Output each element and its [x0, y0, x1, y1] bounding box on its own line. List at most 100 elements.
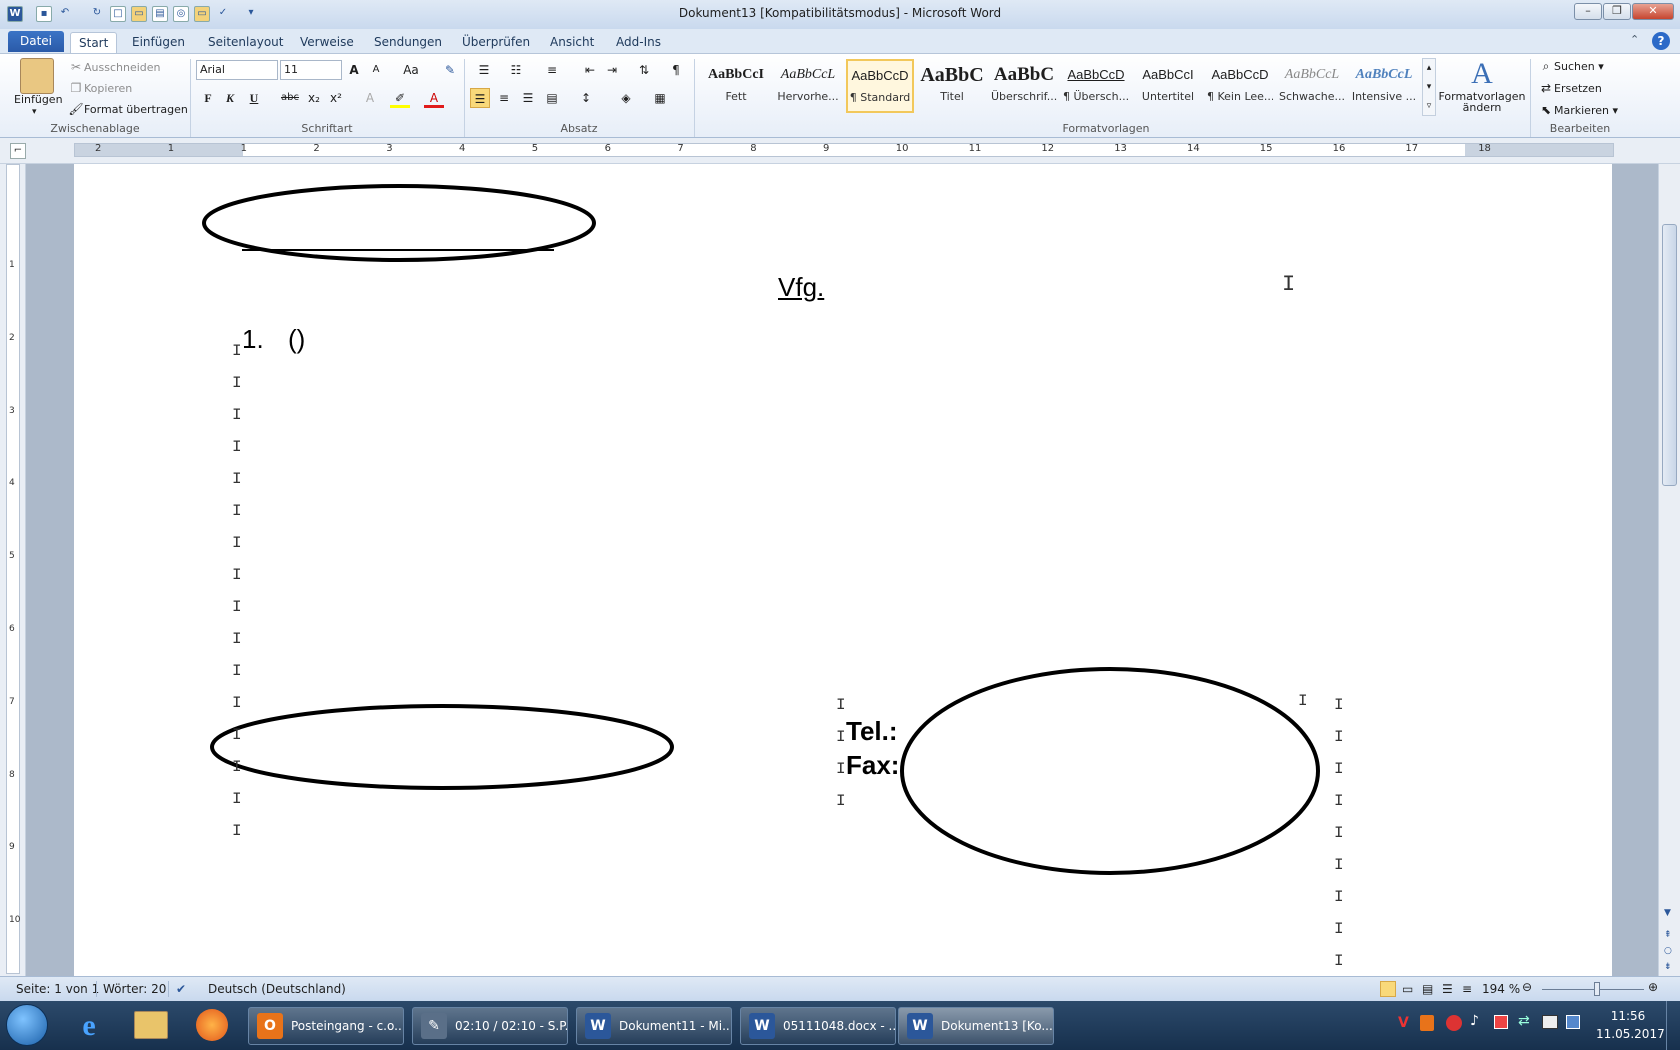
web-layout-icon[interactable]: ▤ — [1422, 982, 1433, 996]
horizontal-ruler[interactable]: ⌐ 2 1 1 2 3 4 5 6 7 8 9 10 11 12 13 14 15 16 17 18 — [0, 138, 1680, 164]
align-left-icon[interactable]: ☰ — [470, 88, 490, 108]
style-intensive-hervorhebung[interactable]: AaBbCcL Intensive ... — [1350, 59, 1418, 113]
style-ueberschrift-1[interactable]: AaBbC Überschrif... — [990, 59, 1058, 113]
subscript-button[interactable]: x₂ — [304, 88, 324, 108]
vertical-ruler[interactable]: 1 2 3 4 5 6 7 8 9 10 — [0, 164, 26, 976]
tray-antivirus-icon[interactable]: V — [1398, 1015, 1410, 1033]
font-color-icon[interactable]: A — [424, 88, 444, 108]
grow-font-button[interactable]: A — [344, 60, 364, 80]
tray-record-icon[interactable] — [1446, 1015, 1462, 1031]
bullets-icon[interactable]: ☰ — [474, 60, 494, 80]
tray-flag-icon[interactable] — [1494, 1015, 1508, 1029]
font-size-combo[interactable]: 11 — [280, 60, 342, 80]
taskbar-word-05111048[interactable]: W 05111048.docx - ... — [740, 1007, 896, 1045]
show-formatting-button[interactable]: ¶ — [666, 60, 686, 80]
select-button[interactable]: ⬉ Markieren ▾ — [1538, 102, 1618, 118]
close-button[interactable]: ✕ — [1632, 3, 1674, 20]
copy-button[interactable]: ❐ Kopieren — [68, 80, 133, 96]
style-kein-leerraum[interactable]: AaBbCcD ¶ Kein Lee... — [1206, 59, 1274, 113]
shading-icon[interactable]: ◈ — [616, 88, 636, 108]
change-styles-button[interactable]: A Formatvorlagen ändern — [1435, 58, 1529, 114]
style-untertitel[interactable]: AaBbCcI Untertitel — [1134, 59, 1202, 113]
collapse-ribbon-icon[interactable]: ⌃ — [1630, 33, 1639, 46]
internet-explorer-icon[interactable]: e — [72, 1009, 106, 1043]
tab-insert[interactable]: Einfügen — [124, 32, 193, 53]
firefox-icon[interactable] — [196, 1009, 228, 1041]
bold-button[interactable]: F — [198, 88, 218, 108]
paste-dropdown-icon[interactable]: ▾ — [32, 107, 37, 117]
decrease-indent-icon[interactable]: ⇤ — [580, 60, 600, 80]
print-layout-view-icon[interactable] — [1380, 981, 1396, 997]
justify-icon[interactable]: ▤ — [542, 88, 562, 108]
increase-indent-icon[interactable]: ⇥ — [602, 60, 622, 80]
page-count[interactable]: Seite: 1 von 1 — [16, 982, 99, 996]
style-standard[interactable]: AaBbCcD ¶ Standard — [846, 59, 914, 113]
tab-start[interactable]: Start — [70, 32, 118, 53]
taskbar-outlook[interactable]: O Posteingang - c.o... — [248, 1007, 404, 1045]
taskbar-media-player[interactable]: ✎ 02:10 / 02:10 - S.P... — [412, 1007, 568, 1045]
borders-icon[interactable]: ▦ — [650, 88, 670, 108]
paste-icon[interactable] — [20, 58, 54, 94]
next-page-icon[interactable]: ⇟ — [1664, 962, 1672, 972]
tray-sync-icon[interactable]: ⇄ — [1518, 1013, 1530, 1029]
list-text[interactable]: () — [288, 324, 305, 355]
zoom-slider-thumb[interactable] — [1594, 982, 1600, 996]
change-case-button[interactable]: Aa — [398, 60, 424, 80]
explorer-folder-icon[interactable] — [134, 1011, 168, 1039]
underline-button[interactable]: U — [244, 88, 264, 108]
scroll-down-arrow-icon[interactable]: ▼ — [1664, 908, 1671, 918]
line-spacing-icon[interactable]: ↕ — [576, 88, 596, 108]
tab-references[interactable]: Verweise — [292, 32, 362, 53]
tab-addins[interactable]: Add-Ins — [608, 32, 669, 53]
text-effects-icon[interactable]: A — [360, 88, 380, 108]
shrink-font-button[interactable]: A — [366, 60, 386, 80]
network-icon[interactable] — [1542, 1015, 1558, 1029]
show-desktop-button[interactable] — [1666, 1001, 1680, 1050]
zoom-slider[interactable] — [1542, 989, 1644, 990]
clear-formatting-icon[interactable]: ✎ — [440, 60, 460, 80]
browse-object-icon[interactable]: ○ — [1664, 946, 1672, 956]
tel-label[interactable]: Tel.: — [846, 716, 898, 747]
align-center-icon[interactable]: ≡ — [494, 88, 514, 108]
style-schwache-hervorhebung[interactable]: AaBbCcL Schwache... — [1278, 59, 1346, 113]
zoom-out-icon[interactable]: ⊖ — [1522, 980, 1532, 994]
tab-view[interactable]: Ansicht — [542, 32, 602, 53]
style-fett[interactable]: AaBbCcI Fett — [702, 59, 770, 113]
replace-button[interactable]: ⇄ Ersetzen — [1538, 80, 1602, 96]
fax-label[interactable]: Fax: — [846, 750, 899, 781]
style-ueberschrift-2[interactable]: AaBbCcD ¶ Übersch... — [1062, 59, 1130, 113]
draft-view-icon[interactable]: ≡ — [1462, 982, 1472, 996]
style-hervorhebung[interactable]: AaBbCcL Hervorhe... — [774, 59, 842, 113]
zoom-in-icon[interactable]: ⊕ — [1648, 980, 1658, 994]
tray-outlook-icon[interactable] — [1420, 1015, 1434, 1031]
italic-button[interactable]: K — [220, 88, 240, 108]
outline-view-icon[interactable]: ☰ — [1442, 982, 1453, 996]
align-right-icon[interactable]: ☰ — [518, 88, 538, 108]
tab-page-layout[interactable]: Seitenlayout — [200, 32, 291, 53]
zoom-level[interactable]: 194 % — [1482, 982, 1520, 996]
find-button[interactable]: ⌕ Suchen ▾ — [1538, 58, 1604, 74]
numbering-icon[interactable]: ☷ — [506, 60, 526, 80]
start-button[interactable] — [6, 1004, 48, 1046]
word-count[interactable]: Wörter: 20 — [103, 982, 166, 996]
document-page[interactable]: Vfg. 1. () Tel.: Fax: IIIIIIIIIIIIIIII I… — [74, 164, 1612, 976]
tab-mailings[interactable]: Sendungen — [366, 32, 450, 53]
multilevel-list-icon[interactable]: ≡ — [542, 60, 562, 80]
superscript-button[interactable]: x² — [326, 88, 346, 108]
style-titel[interactable]: AaBbC Titel — [918, 59, 986, 113]
previous-page-icon[interactable]: ⇞ — [1664, 930, 1672, 940]
styles-gallery-scroll[interactable]: ▴ ▾ ▿ — [1422, 58, 1436, 116]
cut-button[interactable]: ✂ Ausschneiden — [68, 59, 161, 75]
font-name-combo[interactable]: Arial — [196, 60, 278, 80]
scrollbar-thumb[interactable] — [1662, 224, 1677, 486]
document-area[interactable]: Vfg. 1. () Tel.: Fax: IIIIIIIIIIIIIIII I… — [26, 164, 1658, 976]
full-screen-reading-icon[interactable]: ▭ — [1402, 982, 1413, 996]
document-heading[interactable]: Vfg. — [778, 272, 824, 303]
tab-review[interactable]: Überprüfen — [454, 32, 538, 53]
format-painter-button[interactable]: 🖌Format übertragen — [68, 101, 187, 117]
strikethrough-button[interactable]: abc — [278, 88, 302, 108]
taskbar-word-dokument11[interactable]: W Dokument11 - Mi... — [576, 1007, 732, 1045]
taskbar-word-dokument13[interactable]: W Dokument13 [Ko... — [898, 1007, 1054, 1045]
volume-icon[interactable]: ♪ — [1470, 1013, 1479, 1029]
tray-screen-icon[interactable] — [1566, 1015, 1580, 1029]
